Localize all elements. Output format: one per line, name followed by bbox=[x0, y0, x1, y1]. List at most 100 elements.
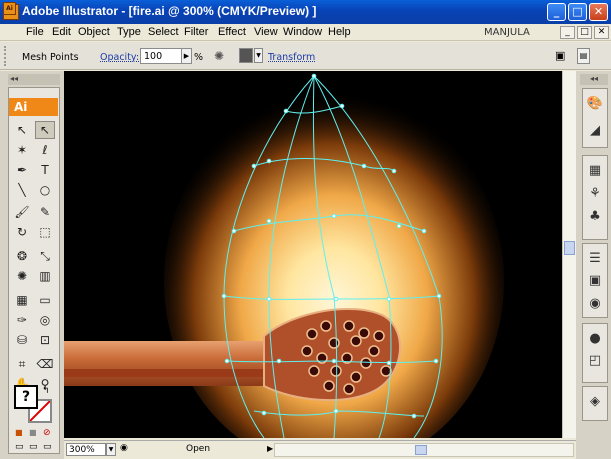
mesh-icon[interactable]: ▦ bbox=[12, 291, 32, 309]
gradient-icon[interactable]: ▭ bbox=[35, 291, 55, 309]
paintbrush-icon[interactable]: 🖌 bbox=[12, 203, 32, 221]
crop-icon[interactable]: ⌗ bbox=[12, 355, 32, 373]
standard-screen-mode-button[interactable]: ▭ bbox=[15, 442, 24, 452]
mesh-point[interactable] bbox=[266, 296, 272, 302]
stroke-icon[interactable]: ☰ bbox=[585, 250, 605, 268]
mesh-point[interactable] bbox=[333, 408, 339, 414]
menu-edit[interactable]: Edit bbox=[52, 26, 71, 38]
live-paint-bucket-icon[interactable]: ⛁ bbox=[12, 331, 32, 349]
mesh-point[interactable] bbox=[339, 103, 345, 109]
free-transform-icon[interactable]: ⤡ bbox=[35, 247, 55, 265]
appearance-icon[interactable]: ◉ bbox=[585, 295, 605, 313]
opacity-input[interactable] bbox=[140, 48, 182, 64]
menu-view[interactable]: View bbox=[254, 26, 278, 38]
mesh-point[interactable] bbox=[436, 293, 442, 299]
artwork[interactable] bbox=[64, 71, 576, 438]
panel-dock-collapse-header[interactable]: ◂◂ bbox=[580, 74, 608, 85]
mesh-point[interactable] bbox=[283, 108, 289, 114]
mesh-point[interactable] bbox=[266, 158, 272, 164]
mesh-point[interactable] bbox=[386, 296, 392, 302]
mesh-point[interactable] bbox=[231, 228, 237, 234]
full-screen-mode-button[interactable]: ▭ bbox=[43, 442, 52, 452]
swap-fill-stroke-icon[interactable]: ↰ bbox=[42, 386, 50, 396]
mesh-point[interactable] bbox=[251, 163, 257, 169]
artboard-canvas[interactable] bbox=[64, 71, 576, 438]
mesh-point[interactable] bbox=[391, 168, 397, 174]
isolation-mode-icon[interactable]: ▣ bbox=[555, 49, 571, 63]
control-bar-grip[interactable] bbox=[4, 46, 10, 66]
mesh-point[interactable] bbox=[396, 223, 402, 229]
menu-effect[interactable]: Effect bbox=[218, 26, 246, 38]
mesh-point[interactable] bbox=[224, 358, 230, 364]
graphic-styles-icon[interactable]: ● bbox=[585, 330, 605, 348]
mesh-point[interactable] bbox=[276, 358, 282, 364]
maximize-button[interactable]: □ bbox=[568, 3, 587, 21]
recolor-gear-icon[interactable]: ✺ bbox=[212, 49, 226, 63]
layers-icon[interactable]: ◰ bbox=[585, 352, 605, 370]
swatches-icon[interactable]: ▦ bbox=[585, 162, 605, 180]
opacity-dropdown-arrow[interactable]: ▶ bbox=[181, 48, 192, 64]
menu-type[interactable]: Type bbox=[117, 26, 141, 38]
live-paint-selection-icon[interactable]: ⊡ bbox=[35, 331, 55, 349]
doc-close-button[interactable]: ✕ bbox=[594, 26, 609, 39]
pen-icon[interactable]: ✒ bbox=[12, 161, 32, 179]
selection-arrow-icon[interactable]: ↖ bbox=[12, 121, 32, 139]
vertical-scrollbar[interactable] bbox=[562, 71, 576, 438]
line-segment-icon[interactable]: ╲ bbox=[12, 181, 32, 199]
lasso-icon[interactable]: ℓ bbox=[35, 141, 55, 159]
rotate-icon[interactable]: ↻ bbox=[12, 223, 32, 241]
color-mode-button[interactable]: ■ bbox=[15, 428, 23, 437]
symbols-icon[interactable]: ♣ bbox=[585, 208, 605, 226]
menu-file[interactable]: File bbox=[26, 26, 44, 38]
doc-minimize-button[interactable]: _ bbox=[560, 26, 575, 39]
close-button[interactable]: ✕ bbox=[589, 3, 608, 21]
doc-restore-button[interactable]: □ bbox=[577, 26, 592, 39]
mesh-point[interactable] bbox=[331, 358, 337, 364]
mesh-point[interactable] bbox=[421, 228, 427, 234]
scale-icon[interactable]: ⬚ bbox=[35, 223, 55, 241]
graphic-style-swatch[interactable] bbox=[239, 48, 253, 63]
opacity-label[interactable]: Opacity: bbox=[100, 52, 139, 63]
menu-select[interactable]: Select bbox=[148, 26, 179, 38]
toolbox-collapse-header[interactable]: ◂◂ bbox=[8, 74, 60, 85]
none-mode-button[interactable]: ⊘ bbox=[43, 428, 51, 438]
minimize-button[interactable]: _ bbox=[547, 3, 566, 21]
menu-object[interactable]: Object bbox=[78, 26, 110, 38]
brushes-icon[interactable]: ⚘ bbox=[585, 185, 605, 203]
graphic-style-dropdown-arrow[interactable]: ▼ bbox=[254, 48, 263, 63]
mesh-point[interactable] bbox=[266, 218, 272, 224]
horizontal-scroll-thumb[interactable] bbox=[415, 445, 427, 455]
document-icon[interactable]: Ai bbox=[3, 2, 16, 15]
vertical-scroll-thumb[interactable] bbox=[564, 241, 575, 255]
menu-window[interactable]: Window bbox=[283, 26, 322, 38]
fill-swatch[interactable]: ? bbox=[14, 385, 38, 409]
mesh-point[interactable] bbox=[433, 358, 439, 364]
horizontal-scrollbar[interactable] bbox=[274, 443, 574, 457]
zoom-dropdown-arrow[interactable]: ▼ bbox=[106, 443, 116, 456]
gradient-mode-button[interactable]: ■ bbox=[29, 428, 37, 437]
eraser-icon[interactable]: ⌫ bbox=[35, 355, 55, 373]
control-panel-menu-arrow[interactable]: ▤ bbox=[577, 48, 590, 64]
mesh-point[interactable] bbox=[333, 296, 339, 302]
menu-filter[interactable]: Filter bbox=[184, 26, 208, 38]
pencil-icon[interactable]: ✎ bbox=[35, 203, 55, 221]
transparency-icon[interactable]: ▣ bbox=[585, 272, 605, 290]
full-screen-menu-mode-button[interactable]: ▭ bbox=[29, 442, 38, 452]
menu-help[interactable]: Help bbox=[328, 26, 351, 38]
status-menu-arrow[interactable]: ▶ bbox=[267, 444, 273, 453]
type-icon[interactable]: T bbox=[35, 161, 55, 179]
ellipse-icon[interactable]: ○ bbox=[35, 181, 55, 199]
mesh-point[interactable] bbox=[411, 413, 417, 419]
gradient-panel-icon[interactable]: ◢ bbox=[585, 122, 605, 140]
status-info-icon[interactable]: ◉ bbox=[120, 443, 132, 455]
eyedropper-icon[interactable]: ✑ bbox=[12, 311, 32, 329]
color-palette-icon[interactable]: 🎨 bbox=[585, 95, 605, 113]
magic-wand-icon[interactable]: ✶ bbox=[12, 141, 32, 159]
mesh-point[interactable] bbox=[221, 293, 227, 299]
column-graph-icon[interactable]: ▥ bbox=[35, 267, 55, 285]
warp-icon[interactable]: ❂ bbox=[12, 247, 32, 265]
transform-link[interactable]: Transform bbox=[268, 52, 315, 63]
mesh-point[interactable] bbox=[311, 73, 317, 79]
mesh-point[interactable] bbox=[361, 163, 367, 169]
direct-selection-icon[interactable]: ↖ bbox=[35, 121, 55, 139]
